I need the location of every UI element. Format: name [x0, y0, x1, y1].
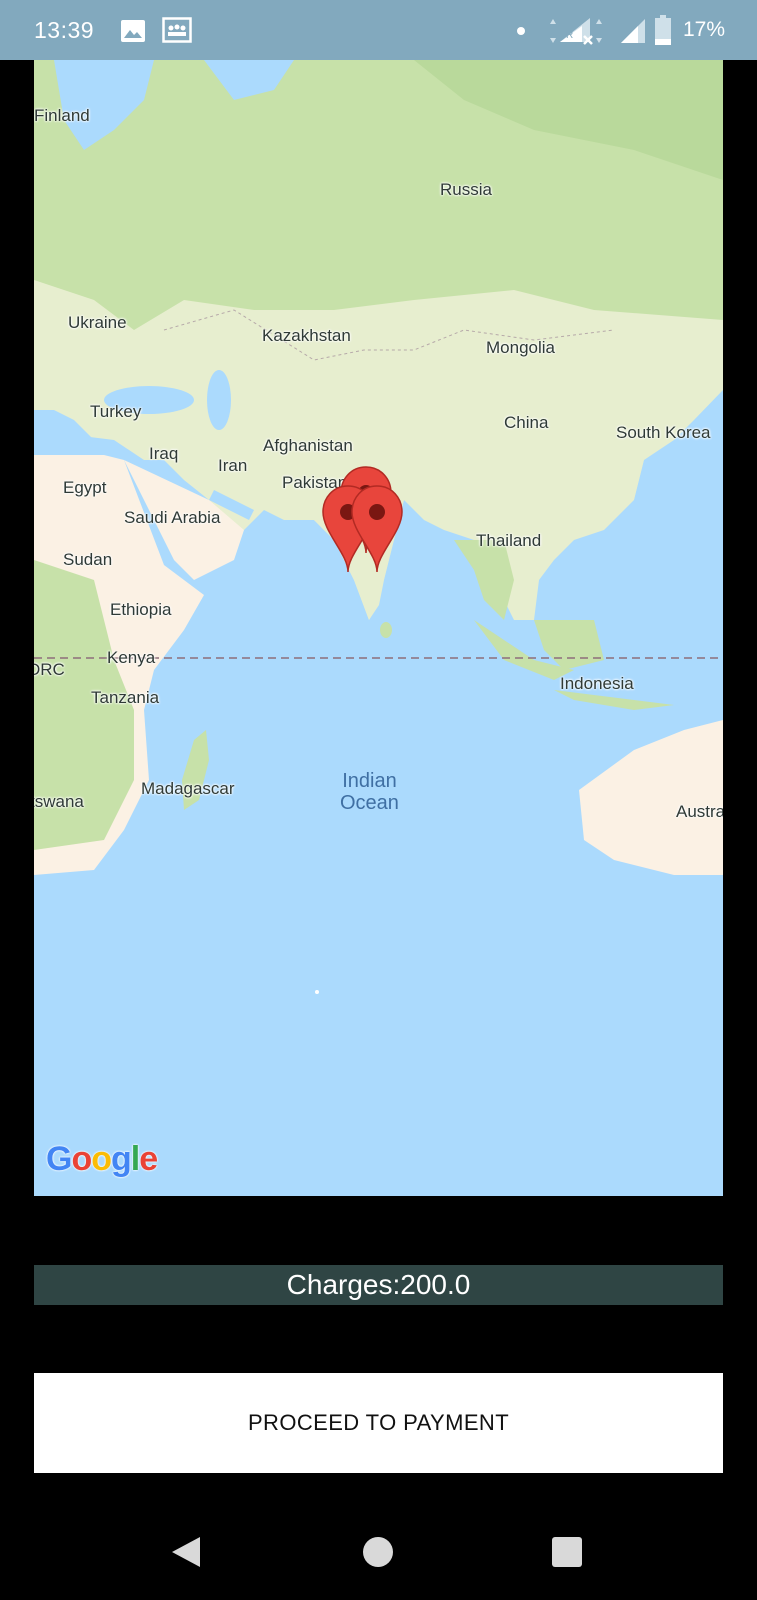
label-ukraine: Ukraine	[68, 313, 127, 332]
label-kazakhstan: Kazakhstan	[262, 326, 351, 345]
label-russia: Russia	[440, 180, 492, 199]
label-sudan: Sudan	[63, 550, 113, 569]
label-thailand: Thailand	[476, 531, 542, 550]
label-mongolia: Mongolia	[486, 338, 555, 357]
navigation-bar	[0, 1500, 757, 1600]
label-australia: Austra	[676, 802, 723, 821]
charges-label: Charges:200.0	[34, 1265, 723, 1305]
label-finland: Finland	[34, 106, 90, 125]
label-botswana: tswana	[34, 792, 84, 811]
svg-text:R: R	[566, 30, 573, 41]
battery-percentage: 17%	[682, 18, 725, 41]
label-turkey: Turkey	[90, 402, 142, 421]
label-egypt: Egypt	[63, 478, 107, 497]
label-china: China	[504, 413, 549, 432]
signal-icon	[621, 19, 645, 43]
back-icon[interactable]	[170, 1535, 202, 1569]
label-kenya: Kenya	[107, 648, 156, 667]
map-terrain	[34, 60, 723, 994]
label-tanzania: Tanzania	[91, 688, 160, 707]
recents-icon[interactable]	[551, 1536, 583, 1568]
notification-icon	[162, 17, 192, 43]
home-icon[interactable]	[362, 1536, 394, 1568]
label-iran: Iran	[218, 456, 248, 475]
label-ethiopia: Ethiopia	[110, 600, 172, 619]
label-iraq: Iraq	[149, 444, 179, 463]
label-drc: DRC	[34, 660, 65, 679]
image-icon	[121, 20, 145, 42]
ocean-line-1: Indian	[342, 770, 397, 792]
label-afghanistan: Afghanistan	[263, 436, 353, 455]
signal-roaming-icon: R	[550, 18, 602, 45]
label-madagascar: Madagascar	[141, 779, 235, 798]
status-bar: 13:39 R 17%	[0, 0, 757, 60]
map-marker-3[interactable]	[350, 484, 404, 574]
label-indian-ocean: Indian Ocean	[340, 770, 399, 814]
label-indonesia: Indonesia	[560, 674, 634, 693]
proceed-to-payment-button[interactable]: PROCEED TO PAYMENT	[34, 1373, 723, 1473]
ocean-line-2: Ocean	[340, 792, 399, 814]
battery-icon	[655, 15, 671, 45]
label-south-korea: South Korea	[616, 423, 711, 442]
google-logo: Google	[46, 1140, 158, 1178]
map-view[interactable]: Finland Russia Ukraine Kazakhstan Mongol…	[34, 60, 723, 1196]
label-saudi-arabia: Saudi Arabia	[124, 508, 221, 527]
dot-icon	[517, 27, 525, 35]
status-time: 13:39	[34, 17, 95, 43]
